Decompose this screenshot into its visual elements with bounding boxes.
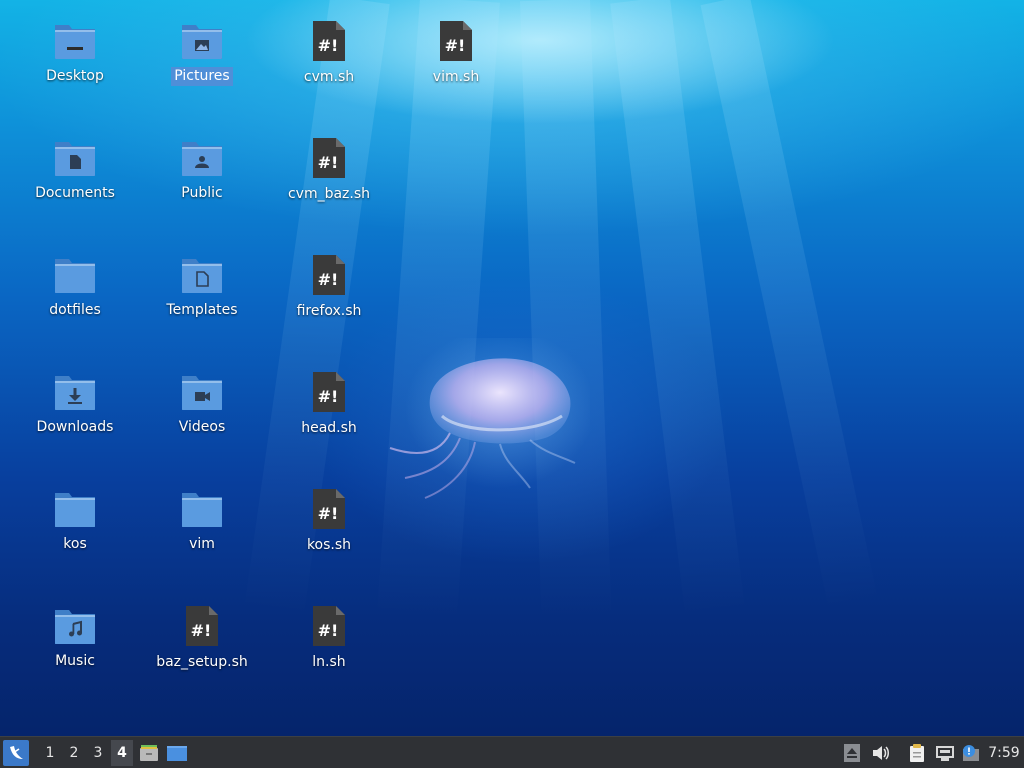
svg-text:#!: #! xyxy=(318,270,339,289)
desktop-icon-vim[interactable]: vim xyxy=(152,468,252,554)
desktop-icon-pictures[interactable]: Pictures xyxy=(152,0,252,86)
start-menu-icon xyxy=(10,745,23,759)
desktop-icon-label: kos xyxy=(63,536,87,552)
desktop-icon-public[interactable]: Public xyxy=(152,117,252,203)
shell-script-icon: #! xyxy=(180,605,224,647)
show-desktop-icon xyxy=(167,745,187,761)
show-desktop-button[interactable] xyxy=(165,740,189,766)
desktop-icon-label: vim.sh xyxy=(432,69,480,85)
music-folder-icon xyxy=(53,605,97,646)
network-wired-icon xyxy=(936,746,954,761)
desktop-folder-icon xyxy=(53,20,97,61)
desktop-icon-label: head.sh xyxy=(301,420,357,436)
desktop-icon-music[interactable]: Music xyxy=(25,585,125,671)
shell-script-icon: #! xyxy=(307,605,351,647)
desktop-icon-label: dotfiles xyxy=(49,302,101,318)
shell-script-icon: #! xyxy=(307,371,351,413)
desktop-icon-downloads[interactable]: Downloads xyxy=(25,351,125,437)
folder-icon xyxy=(53,254,97,295)
desktop-icon-templates[interactable]: Templates xyxy=(152,234,252,320)
desktop-icon-desktop[interactable]: Desktop xyxy=(25,0,125,86)
network-tray[interactable] xyxy=(934,737,956,769)
update-notifier-icon xyxy=(963,745,979,761)
desktop-icon-label: cvm.sh xyxy=(303,69,355,85)
downloads-folder-icon xyxy=(53,371,97,412)
file-manager-icon xyxy=(140,744,158,761)
desktop-icon-label: ln.sh xyxy=(312,654,346,670)
templates-folder-icon xyxy=(180,254,224,295)
start-menu-button[interactable] xyxy=(3,739,29,766)
desktop-icon-dotfiles[interactable]: dotfiles xyxy=(25,234,125,320)
svg-text:#!: #! xyxy=(318,153,339,172)
desktop-icon-label: cvm_baz.sh xyxy=(287,186,371,202)
videos-folder-icon xyxy=(180,371,224,412)
desktop-icon-label: Templates xyxy=(166,302,238,318)
desktop-icon-videos[interactable]: Videos xyxy=(152,351,252,437)
workspace-1[interactable]: 1 xyxy=(39,740,61,766)
shell-script-icon: #! xyxy=(307,254,351,296)
desktop-icon-cvm-sh[interactable]: #! cvm.sh xyxy=(279,0,379,86)
workspace-2[interactable]: 2 xyxy=(63,740,85,766)
desktop-icon-cvm-baz-sh[interactable]: #! cvm_baz.sh xyxy=(279,117,379,203)
desktop-icon-label: baz_setup.sh xyxy=(156,654,248,670)
folder-icon xyxy=(53,488,97,529)
eject-tray[interactable] xyxy=(842,737,862,769)
desktop-icon-label: Downloads xyxy=(36,419,114,435)
volume-icon xyxy=(873,746,889,760)
desktop-icon-ln-sh[interactable]: #! ln.sh xyxy=(279,585,379,671)
desktop-icon-label: Desktop xyxy=(46,68,104,84)
desktop-wallpaper[interactable]: Desktop Pictures #! cvm.sh #! vim.sh Documents… xyxy=(0,0,1024,736)
clipboard-icon xyxy=(910,744,924,762)
desktop-icon-documents[interactable]: Documents xyxy=(25,117,125,203)
documents-folder-icon xyxy=(53,137,97,178)
jellyfish-illustration xyxy=(389,338,590,499)
desktop-icon-label: vim xyxy=(189,536,215,552)
svg-text:#!: #! xyxy=(191,621,212,640)
folder-icon xyxy=(180,488,224,529)
desktop-icon-label: kos.sh xyxy=(306,537,352,553)
updates-tray[interactable] xyxy=(960,737,982,769)
workspace-3[interactable]: 3 xyxy=(87,740,109,766)
desktop-icon-label: Pictures xyxy=(171,67,233,86)
desktop-icon-label: Music xyxy=(55,653,95,669)
desktop-icon-baz-setup-sh[interactable]: #! baz_setup.sh xyxy=(152,585,252,671)
desktop-icon-kos-sh[interactable]: #! kos.sh xyxy=(279,468,379,554)
volume-tray[interactable] xyxy=(870,737,892,769)
desktop-icon-kos[interactable]: kos xyxy=(25,468,125,554)
file-manager-launcher[interactable] xyxy=(137,740,161,766)
taskbar-clock[interactable]: 7:59 xyxy=(986,737,1022,769)
svg-text:#!: #! xyxy=(318,36,339,55)
workspace-4[interactable]: 4 xyxy=(111,739,133,766)
desktop-icon-label: Videos xyxy=(178,419,226,435)
svg-text:#!: #! xyxy=(318,504,339,523)
shell-script-icon: #! xyxy=(434,20,478,62)
svg-text:#!: #! xyxy=(445,36,466,55)
taskbar: 1 2 3 4 7:59 xyxy=(0,736,1024,768)
desktop-icon-label: firefox.sh xyxy=(296,303,362,319)
shell-script-icon: #! xyxy=(307,20,351,62)
eject-icon xyxy=(844,744,860,762)
desktop-icon-vim-sh[interactable]: #! vim.sh xyxy=(406,0,506,86)
desktop-icon-label: Documents xyxy=(35,185,115,201)
clipboard-tray[interactable] xyxy=(906,737,928,769)
desktop-icon-head-sh[interactable]: #! head.sh xyxy=(279,351,379,437)
desktop-icon-firefox-sh[interactable]: #! firefox.sh xyxy=(279,234,379,320)
desktop-icon-label: Public xyxy=(181,185,223,201)
svg-text:#!: #! xyxy=(318,387,339,406)
shell-script-icon: #! xyxy=(307,488,351,530)
shell-script-icon: #! xyxy=(307,137,351,179)
public-folder-icon xyxy=(180,137,224,178)
pictures-folder-icon xyxy=(180,20,224,61)
svg-text:#!: #! xyxy=(318,621,339,640)
